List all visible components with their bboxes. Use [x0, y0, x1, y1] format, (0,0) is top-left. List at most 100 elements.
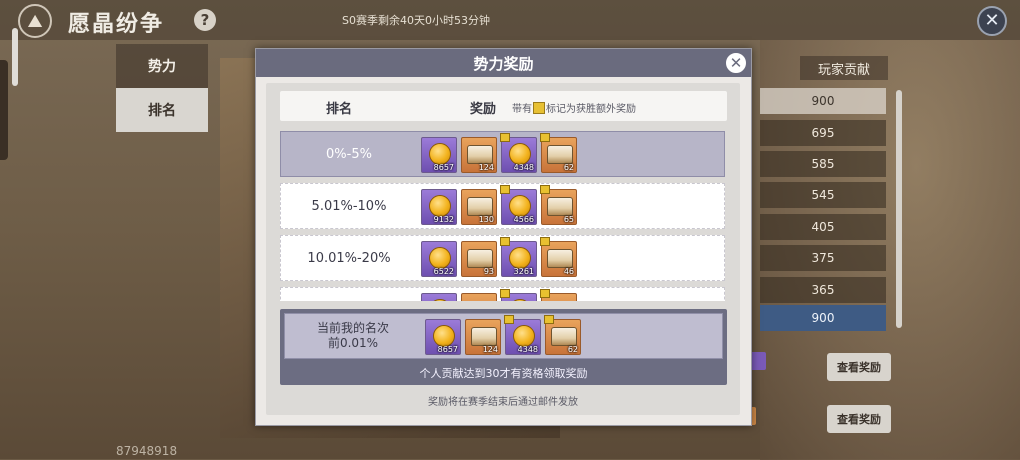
- reward-items: 6522 93 3261 46: [421, 237, 577, 277]
- reward-item[interactable]: 9132: [421, 189, 457, 225]
- item-quantity: 4566: [513, 215, 534, 224]
- dialog-body: 排名 奖励 带有 标记为获胜额外奖励 0%-5% 8657 124 4348 6…: [266, 83, 740, 415]
- item-quantity: 6522: [433, 267, 454, 276]
- reward-item[interactable]: 3261: [500, 237, 537, 277]
- table-row: 0%-5% 8657 124 4348 62: [280, 131, 725, 177]
- contribution-header: 玩家贡献: [800, 56, 888, 80]
- reward-item[interactable]: 4566: [500, 185, 537, 225]
- rank-range: [281, 288, 417, 301]
- reward-item[interactable]: 65: [540, 185, 577, 225]
- reward-items: 8657 124 4348 62: [425, 315, 581, 355]
- view-reward-button[interactable]: 查看奖励: [827, 353, 891, 381]
- reward-column-header: 奖励: [470, 102, 497, 117]
- treasure-chest-icon: [551, 327, 577, 346]
- scroll-indicator: [12, 28, 18, 86]
- table-row: [280, 287, 725, 301]
- bonus-marker-icon: [533, 101, 545, 114]
- reward-item[interactable]: 4348: [504, 315, 541, 355]
- bonus-marker-icon: [540, 237, 550, 246]
- view-reward-button[interactable]: 查看奖励: [827, 405, 891, 433]
- reward-items: [421, 289, 577, 301]
- crystal-logo-icon: ⛰: [18, 4, 52, 38]
- reward-items: 9132 130 4566 65: [421, 185, 577, 225]
- close-icon[interactable]: ✕: [724, 51, 748, 75]
- reward-item[interactable]: 124: [461, 137, 497, 173]
- gold-coin-icon: [429, 247, 451, 269]
- my-rank-title: 当前我的名次: [316, 321, 389, 335]
- bonus-marker-icon: [504, 315, 514, 324]
- reward-item[interactable]: 62: [540, 133, 577, 173]
- contribution-value: 695: [760, 120, 886, 146]
- gold-coin-icon: [429, 299, 451, 301]
- bonus-marker-icon: [500, 133, 510, 142]
- side-handle[interactable]: [0, 60, 8, 160]
- bonus-marker-icon: [540, 289, 550, 298]
- contribution-value: 545: [760, 182, 886, 208]
- treasure-chest-icon: [547, 249, 573, 268]
- gold-coin-icon: [433, 325, 455, 347]
- tab-faction[interactable]: 势力: [116, 44, 208, 88]
- item-quantity: 62: [567, 345, 578, 354]
- rank-range: 0%-5%: [326, 146, 372, 162]
- close-icon[interactable]: ✕: [977, 6, 1007, 36]
- item-quantity: 4348: [513, 163, 534, 172]
- gold-coin-icon: [429, 143, 451, 165]
- reward-item[interactable]: 8657: [421, 137, 457, 173]
- contribution-value: 405: [760, 214, 886, 240]
- table-header: 排名 奖励 带有 标记为获胜额外奖励: [280, 91, 727, 121]
- contribution-value: 375: [760, 245, 886, 271]
- table-row: 10.01%-20% 6522 93 3261 46: [280, 235, 725, 281]
- reward-item[interactable]: 93: [461, 241, 497, 277]
- bonus-marker-icon: [540, 185, 550, 194]
- my-rank-value: 前0.01%: [327, 336, 379, 350]
- season-timer: S0赛季剩余40天0小时53分钟: [342, 14, 490, 27]
- item-quantity: 65: [563, 215, 574, 224]
- table-row: 5.01%-10% 9132 130 4566 65: [280, 183, 725, 229]
- item-quantity: 4348: [517, 345, 538, 354]
- faction-reward-dialog: 势力奖励 ✕ 排名 奖励 带有 标记为获胜额外奖励 0%-5% 8657 124…: [255, 48, 752, 426]
- reward-items: 8657 124 4348 62: [421, 133, 577, 173]
- bonus-marker-icon: [500, 237, 510, 246]
- treasure-chest-icon: [467, 145, 493, 164]
- contribution-value: 585: [760, 151, 886, 177]
- reward-item[interactable]: [461, 293, 497, 301]
- my-rank-panel: 当前我的名次 前0.01% 8657 124 4348 62 个人贡献达到30才…: [280, 309, 727, 385]
- gold-coin-icon: [509, 299, 531, 301]
- my-rank-label: 当前我的名次 前0.01%: [285, 314, 421, 358]
- bonus-marker-icon: [540, 133, 550, 142]
- reward-item[interactable]: 62: [544, 315, 581, 355]
- item-quantity: 93: [483, 267, 494, 276]
- reward-list[interactable]: 0%-5% 8657 124 4348 62 5.01%-10% 9132 13…: [280, 131, 727, 301]
- bonus-note: 带有 标记为获胜额外奖励: [512, 100, 636, 115]
- rank-column-header: 排名: [326, 102, 353, 117]
- item-quantity: 8657: [433, 163, 454, 172]
- page-title: 愿晶纷争: [68, 12, 165, 37]
- dialog-title: 势力奖励: [256, 49, 751, 77]
- reward-item[interactable]: 130: [461, 189, 497, 225]
- reward-item[interactable]: 8657: [425, 319, 461, 355]
- gold-coin-icon: [509, 247, 531, 269]
- scrollbar[interactable]: [896, 90, 902, 328]
- contribution-value: 900: [760, 88, 886, 114]
- mail-note: 奖励将在赛季结束后通过邮件发放: [428, 397, 578, 408]
- reward-item[interactable]: [500, 289, 537, 301]
- bonus-marker-icon: [500, 289, 510, 298]
- treasure-chest-icon: [547, 197, 573, 216]
- treasure-chest-icon: [467, 197, 493, 216]
- reward-item[interactable]: 46: [540, 237, 577, 277]
- reward-item[interactable]: 6522: [421, 241, 457, 277]
- item-quantity: 130: [478, 215, 494, 224]
- reward-item[interactable]: [540, 289, 577, 301]
- item-quantity: 46: [563, 267, 574, 276]
- rank-range: 5.01%-10%: [311, 198, 387, 214]
- help-button[interactable]: ?: [194, 9, 216, 31]
- item-quantity: 62: [563, 163, 574, 172]
- item-quantity: 9132: [433, 215, 454, 224]
- reward-item[interactable]: [421, 293, 457, 301]
- bonus-note-prefix: 带有: [512, 104, 532, 115]
- reward-item[interactable]: 4348: [500, 133, 537, 173]
- contribution-value: 365: [760, 277, 886, 303]
- item-quantity: 3261: [513, 267, 534, 276]
- tab-ranking[interactable]: 排名: [116, 88, 208, 132]
- reward-item[interactable]: 124: [465, 319, 501, 355]
